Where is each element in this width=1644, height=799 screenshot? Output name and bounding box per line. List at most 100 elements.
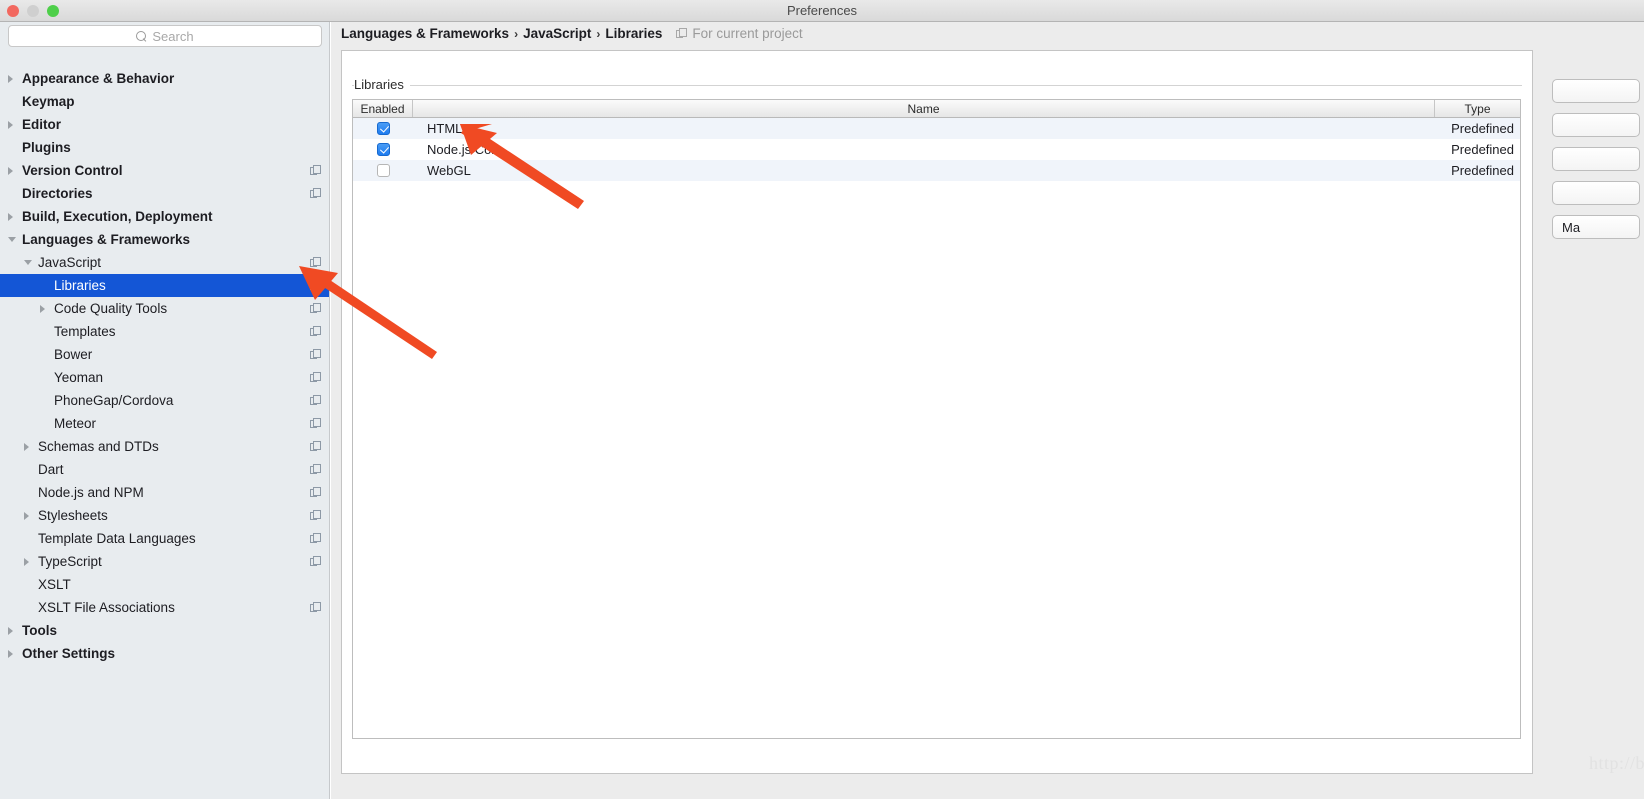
breadcrumb-separator: ›: [514, 26, 519, 41]
sidebar-item-bower[interactable]: Bower: [0, 343, 329, 366]
sidebar-item-label: JavaScript: [38, 255, 102, 270]
sidebar-item-build-execution-deployment[interactable]: Build, Execution, Deployment: [0, 205, 329, 228]
sidebar-item-directories[interactable]: Directories: [0, 182, 329, 205]
project-scope-icon: [310, 257, 321, 268]
sidebar-item-stylesheets[interactable]: Stylesheets: [0, 504, 329, 527]
chevron-right-icon[interactable]: [8, 120, 13, 129]
cell-enabled[interactable]: [353, 122, 413, 135]
chevron-right-icon[interactable]: [8, 626, 13, 635]
enabled-checkbox[interactable]: [376, 164, 390, 177]
sidebar-item-appearance-behavior[interactable]: Appearance & Behavior: [0, 67, 329, 90]
content-pane: Languages & Frameworks › JavaScript › Li…: [331, 22, 1644, 799]
breadcrumb-item-2[interactable]: Libraries: [605, 26, 662, 41]
sidebar-item-label: Meteor: [54, 416, 97, 431]
chevron-right-icon[interactable]: [8, 649, 13, 658]
sidebar-item-keymap[interactable]: Keymap: [0, 90, 329, 113]
sidebar-item-yeoman[interactable]: Yeoman: [0, 366, 329, 389]
project-scope-icon: [310, 326, 321, 337]
sidebar-item-plugins[interactable]: Plugins: [0, 136, 329, 159]
watermark-text: http://blog.csdn.net/thatway_wp: [1589, 753, 1644, 773]
sidebar-item-editor[interactable]: Editor: [0, 113, 329, 136]
sidebar-item-xslt[interactable]: XSLT: [0, 573, 329, 596]
project-scope-icon: [310, 441, 321, 452]
scope-note: For current project: [676, 26, 803, 41]
edit-button[interactable]: [1552, 113, 1640, 137]
table-action-buttons: Ma: [1552, 79, 1644, 249]
cell-name: Node.js Core: [427, 142, 503, 157]
libraries-table[interactable]: Enabled Name Type HTML Predefined Node.js …: [352, 99, 1521, 739]
project-scope-icon: [310, 533, 321, 544]
chevron-down-icon[interactable]: [24, 260, 32, 265]
libraries-panel: Libraries Enabled Name Type HTML Predefin…: [341, 50, 1640, 774]
search-icon: [136, 30, 147, 42]
sidebar-item-xslt-file-associations[interactable]: XSLT File Associations: [0, 596, 329, 619]
project-scope-icon: [310, 418, 321, 429]
breadcrumb-separator: ›: [596, 26, 601, 41]
column-header-name[interactable]: Name: [413, 100, 1435, 117]
remove-button[interactable]: [1552, 147, 1640, 171]
sidebar-item-schemas-and-dtds[interactable]: Schemas and DTDs: [0, 435, 329, 458]
cell-enabled[interactable]: [353, 143, 413, 156]
chevron-right-icon[interactable]: [24, 557, 29, 566]
chevron-right-icon[interactable]: [8, 166, 13, 175]
sidebar-item-templates[interactable]: Templates: [0, 320, 329, 343]
project-scope-icon: [310, 165, 321, 176]
enabled-checkbox[interactable]: [376, 143, 390, 156]
download-button[interactable]: [1552, 181, 1640, 205]
chevron-right-icon[interactable]: [24, 442, 29, 451]
project-scope-icon: [310, 303, 321, 314]
project-scope-icon: [310, 280, 321, 291]
sidebar-item-typescript[interactable]: TypeScript: [0, 550, 329, 573]
project-scope-icon: [310, 464, 321, 475]
chevron-right-icon[interactable]: [40, 304, 45, 313]
sidebar-item-version-control[interactable]: Version Control: [0, 159, 329, 182]
chevron-down-icon[interactable]: [8, 237, 16, 242]
settings-tree: Appearance & Behavior Keymap Editor Plugins…: [0, 67, 329, 665]
cell-type: Predefined: [1451, 121, 1514, 136]
project-scope-icon: [310, 188, 321, 199]
add-button[interactable]: [1552, 79, 1640, 103]
cell-enabled[interactable]: [353, 164, 413, 177]
sidebar-item-label: Schemas and DTDs: [38, 439, 159, 454]
search-field-wrapper[interactable]: Search: [8, 25, 322, 47]
column-header-enabled[interactable]: Enabled: [353, 100, 413, 117]
cell-name: WebGL: [427, 163, 471, 178]
sidebar-item-libraries[interactable]: Libraries: [0, 274, 329, 297]
enabled-checkbox[interactable]: [376, 122, 390, 135]
search-input[interactable]: Search: [8, 25, 322, 47]
table-row[interactable]: Node.js Core Predefined: [353, 139, 1520, 160]
project-scope-icon: [310, 556, 321, 567]
project-scope-icon: [310, 510, 321, 521]
manage-scopes-button[interactable]: Ma: [1552, 215, 1640, 239]
breadcrumb-item-0[interactable]: Languages & Frameworks: [341, 26, 509, 41]
sidebar-item-languages-frameworks[interactable]: Languages & Frameworks: [0, 228, 329, 251]
table-header-row: Enabled Name Type: [353, 100, 1520, 118]
sidebar-item-other-settings[interactable]: Other Settings: [0, 642, 329, 665]
sidebar-item-code-quality-tools[interactable]: Code Quality Tools: [0, 297, 329, 320]
breadcrumb-item-1[interactable]: JavaScript: [523, 26, 591, 41]
chevron-right-icon[interactable]: [24, 511, 29, 520]
table-row[interactable]: HTML Predefined: [353, 118, 1520, 139]
sidebar-item-meteor[interactable]: Meteor: [0, 412, 329, 435]
sidebar-item-label: Stylesheets: [38, 508, 108, 523]
chevron-right-icon[interactable]: [8, 212, 13, 221]
group-label: Libraries: [354, 77, 410, 92]
project-scope-icon: [310, 395, 321, 406]
sidebar-item-label: Libraries: [54, 278, 106, 293]
sidebar-item-phonegap-cordova[interactable]: PhoneGap/Cordova: [0, 389, 329, 412]
table-row[interactable]: WebGL Predefined: [353, 160, 1520, 181]
sidebar-item-dart[interactable]: Dart: [0, 458, 329, 481]
sidebar-item-label: Version Control: [22, 163, 123, 178]
sidebar-item-label: Code Quality Tools: [54, 301, 168, 316]
search-placeholder: Search: [152, 28, 194, 44]
column-header-type[interactable]: Type: [1435, 100, 1520, 117]
sidebar-item-label: Languages & Frameworks: [22, 232, 191, 247]
sidebar-item-node-js-and-npm[interactable]: Node.js and NPM: [0, 481, 329, 504]
sidebar-item-template-data-languages[interactable]: Template Data Languages: [0, 527, 329, 550]
sidebar-item-label: Editor: [22, 117, 61, 132]
chevron-right-icon[interactable]: [8, 74, 13, 83]
sidebar-item-tools[interactable]: Tools: [0, 619, 329, 642]
sidebar-item-javascript[interactable]: JavaScript: [0, 251, 329, 274]
cell-type: Predefined: [1451, 142, 1514, 157]
sidebar-item-label: Node.js and NPM: [38, 485, 144, 500]
